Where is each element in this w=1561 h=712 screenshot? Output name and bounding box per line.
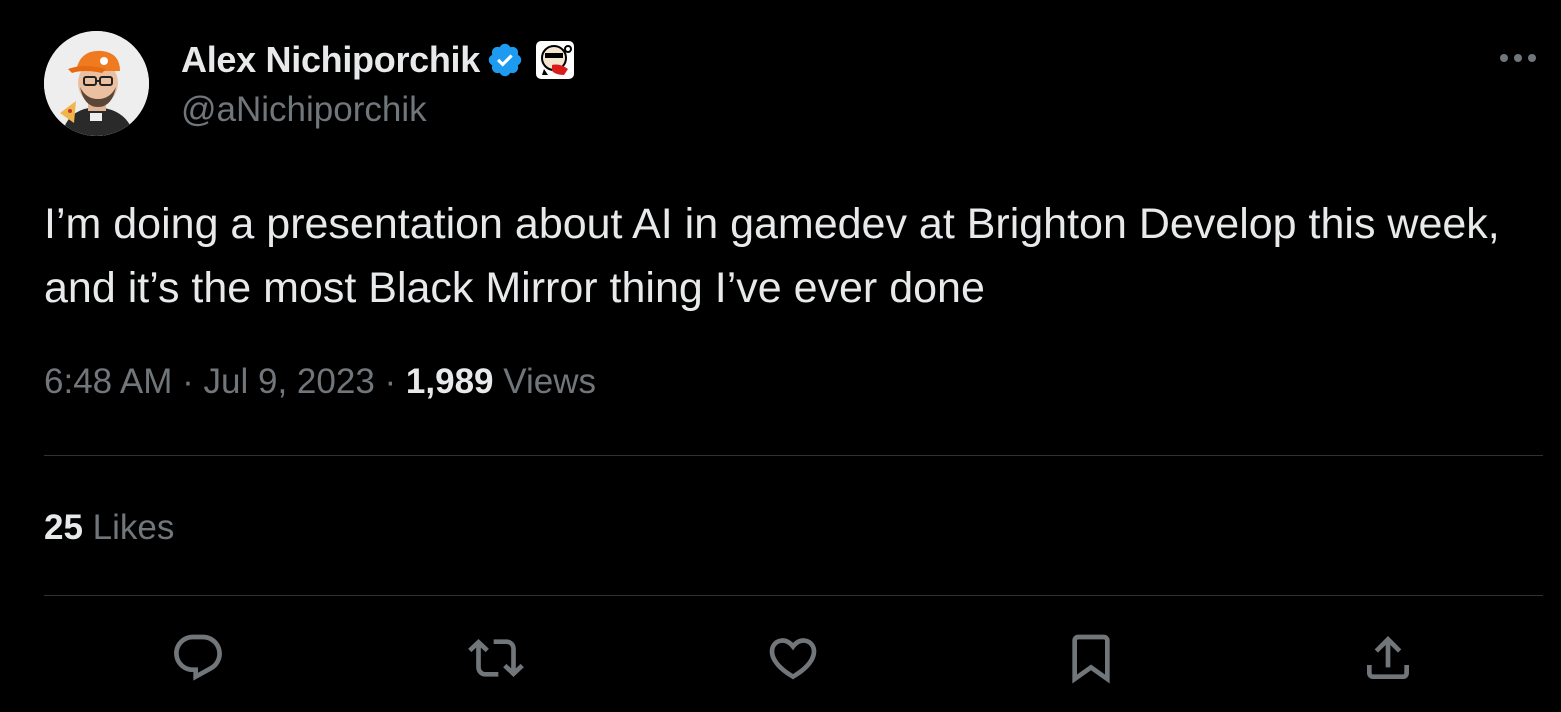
tweet-meta: 6:48 AM · Jul 9, 2023 · 1,989 Views	[44, 362, 596, 402]
divider	[44, 455, 1543, 456]
tweet-text: I’m doing a presentation about AI in gam…	[44, 200, 1500, 312]
like-button[interactable]	[765, 630, 821, 686]
avatar-image	[44, 31, 149, 136]
share-button[interactable]	[1360, 630, 1416, 686]
meta-separator: ·	[384, 362, 397, 401]
author-display-name[interactable]: Alex Nichiporchik	[181, 39, 480, 81]
reply-button[interactable]	[170, 630, 226, 686]
bookmark-icon	[1072, 634, 1110, 684]
likes-count: 25	[44, 508, 83, 547]
reply-icon	[174, 634, 222, 681]
avatar[interactable]	[44, 31, 149, 136]
likes-label: Likes	[92, 508, 175, 547]
tweet-date[interactable]: Jul 9, 2023	[204, 362, 375, 401]
author-handle[interactable]: @aNichiporchik	[181, 90, 427, 130]
more-dots-icon	[1500, 54, 1536, 62]
meta-separator: ·	[182, 362, 194, 401]
divider	[44, 595, 1543, 596]
tweet-time[interactable]: 6:48 AM	[44, 362, 172, 401]
likes-stat[interactable]: 25 Likes	[44, 508, 174, 548]
author-name-row: Alex Nichiporchik	[181, 36, 576, 84]
share-icon	[1367, 636, 1409, 679]
verified-badge-icon[interactable]	[486, 41, 524, 79]
more-options-button[interactable]	[1496, 44, 1540, 72]
affiliate-badge-icon[interactable]	[534, 39, 576, 81]
views-label: Views	[503, 362, 596, 401]
bookmark-button[interactable]	[1063, 630, 1119, 686]
retweet-icon	[468, 639, 524, 677]
retweet-button[interactable]	[468, 630, 524, 686]
views-count: 1,989	[405, 362, 494, 401]
like-icon	[769, 638, 817, 680]
